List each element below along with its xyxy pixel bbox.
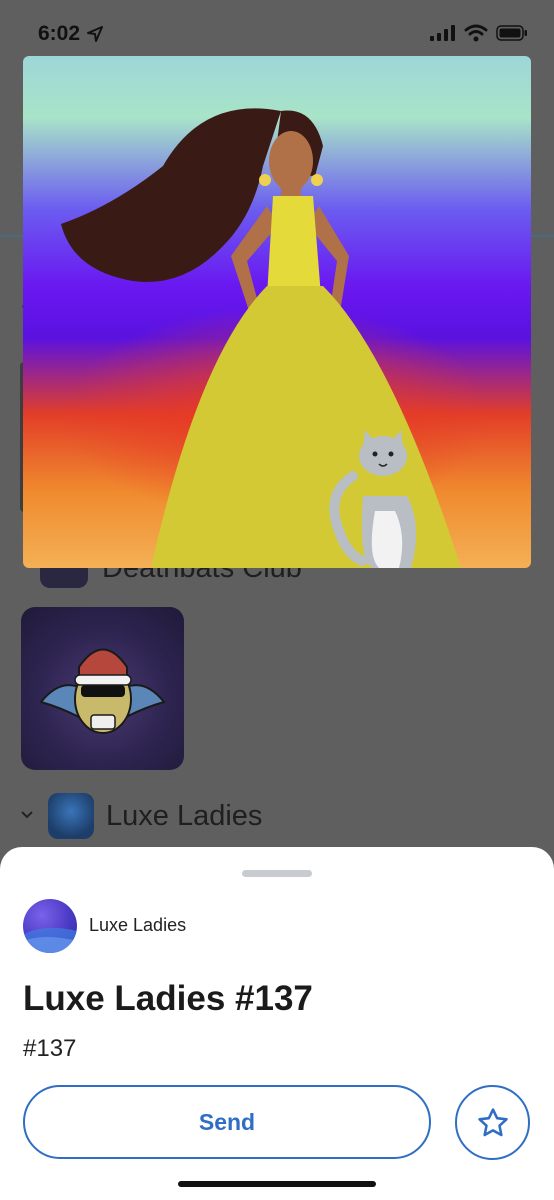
background-collection-row-2: Luxe Ladies	[20, 793, 262, 839]
skull-bat-image	[39, 648, 166, 734]
status-bar: 6:02	[0, 0, 554, 60]
clock: 6:02	[38, 22, 81, 45]
collection-name[interactable]: Luxe Ladies	[89, 915, 186, 936]
wifi-icon	[464, 24, 488, 42]
nft-title: Luxe Ladies #137	[23, 979, 313, 1018]
favorite-button[interactable]	[455, 1085, 530, 1160]
send-button[interactable]: Send	[23, 1085, 431, 1159]
location-arrow-icon	[87, 26, 104, 42]
signal-icon	[430, 25, 455, 41]
nft-detail-sheet: Luxe Ladies Luxe Ladies #137 #137 Send	[0, 847, 554, 1200]
status-icons	[430, 24, 528, 42]
collection-avatar	[23, 899, 77, 953]
collection-avatar	[48, 793, 94, 839]
chevron-down-icon	[20, 807, 36, 825]
nft-artwork	[23, 56, 531, 568]
star-icon	[477, 1107, 508, 1136]
sheet-grabber[interactable]	[242, 870, 312, 877]
luxe-lady-illustration	[61, 108, 461, 568]
token-id: #137	[23, 1035, 77, 1062]
nft-thumbnail-deathbat	[21, 607, 184, 770]
home-indicator	[178, 1181, 376, 1187]
collection-label: Luxe Ladies	[106, 799, 263, 832]
battery-icon	[496, 25, 527, 41]
status-time: 6:02	[38, 22, 104, 46]
